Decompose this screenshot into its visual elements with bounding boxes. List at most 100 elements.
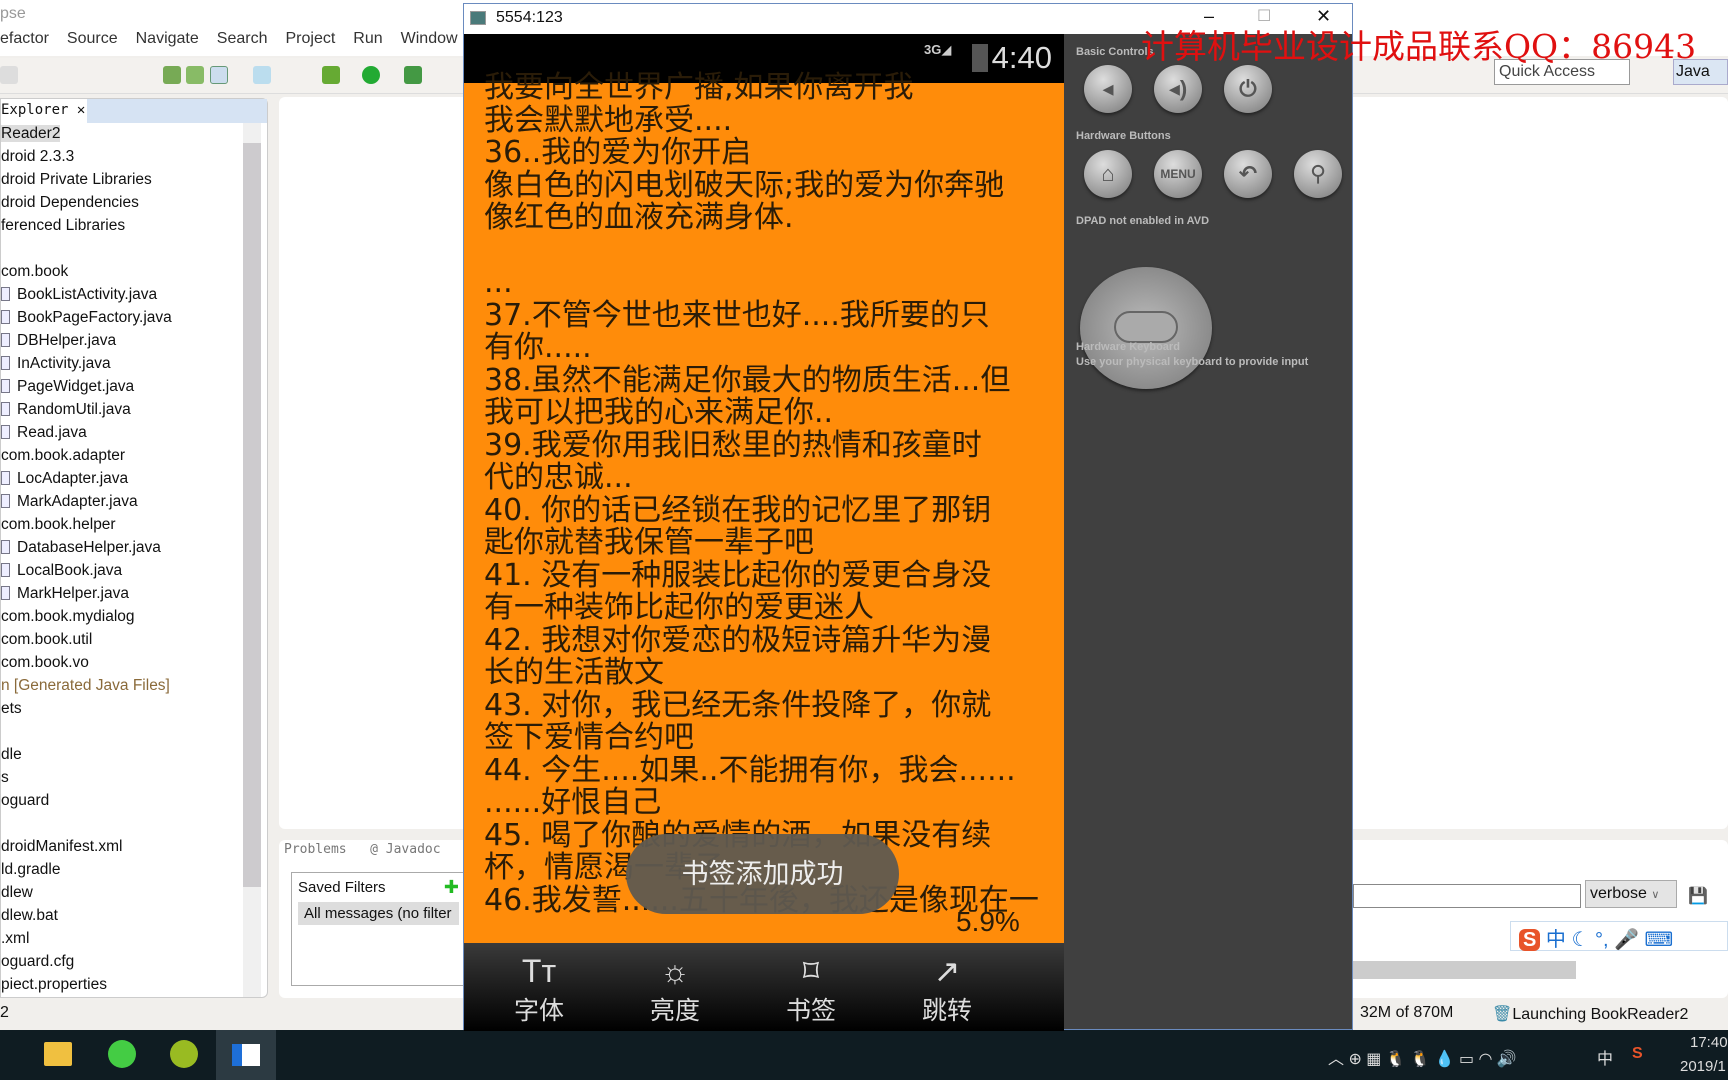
tree-item[interactable]: com.book.mydialog	[1, 608, 135, 626]
menu-item[interactable]: efactor	[0, 30, 49, 47]
external-tools-icon[interactable]	[404, 66, 422, 84]
bottom-tabs: Problems @ Javadoc	[284, 842, 441, 857]
scrollbar-thumb[interactable]	[243, 143, 261, 887]
tree-item[interactable]: dlew.bat	[1, 907, 58, 925]
browser-icon[interactable]	[108, 1040, 136, 1068]
tree-item[interactable]: LocAdapter.java	[1, 470, 128, 488]
horizontal-scrollbar[interactable]	[1353, 961, 1576, 979]
tree-item[interactable]: com.book.util	[1, 631, 92, 649]
signal-icon: 3G◢	[924, 42, 952, 57]
tree-item[interactable]: PageWidget.java	[1, 378, 134, 396]
home-icon[interactable]: ⌂	[1084, 150, 1132, 198]
menu-button[interactable]: MENU	[1154, 150, 1202, 198]
tree-item[interactable]: droid Dependencies	[1, 194, 139, 212]
tree-item[interactable]: com.book.helper	[1, 516, 116, 534]
volume-down-icon[interactable]: ◂	[1084, 65, 1132, 113]
tree-item[interactable]: ferenced Libraries	[1, 217, 125, 235]
sogou-tray-icon[interactable]: S	[1632, 1045, 1643, 1063]
battery-icon	[972, 44, 988, 72]
progress-status[interactable]: 🗑Launching BookReader2	[1492, 1004, 1688, 1024]
dpad-label: DPAD not enabled in AVD	[1076, 215, 1210, 227]
back-icon[interactable]: ↶	[1224, 150, 1272, 198]
tree-item[interactable]: com.book	[1, 263, 68, 281]
log-level-select[interactable]: verbose ∨	[1585, 880, 1677, 908]
tree-item[interactable]: piect.properties	[1, 976, 107, 994]
tray-icons[interactable]: ︿ ⊕ ▦ 🐧 🐧 💧 ▭ ◠ 🔊	[1328, 1045, 1517, 1069]
tree-item[interactable]: LocalBook.java	[1, 562, 122, 580]
tree-item[interactable]: InActivity.java	[1, 355, 111, 373]
tab-javadoc[interactable]: @ Javadoc	[370, 842, 440, 857]
tree-item[interactable]: n [Generated Java Files]	[1, 677, 170, 695]
ime-toolbar[interactable]: S 中 ☾ °, 🎤 ⌨	[1510, 921, 1728, 951]
reader-menu-item[interactable]: ⌑ 书签	[736, 951, 886, 1027]
all-messages-filter[interactable]: All messages (no filter	[298, 902, 459, 925]
tree-item[interactable]: oguard	[1, 792, 49, 810]
menu-item[interactable]: Window	[401, 30, 458, 47]
tree-item-label: droid Private Libraries	[1, 171, 152, 188]
text-line: 匙你就替我保管一辈子吧	[484, 525, 814, 560]
tree-item[interactable]: com.book.adapter	[1, 447, 125, 465]
logcat-search-input[interactable]	[1353, 884, 1581, 908]
tree-item[interactable]: DBHelper.java	[1, 332, 116, 350]
menu-item[interactable]: Run	[353, 30, 382, 47]
avd-manager-icon[interactable]	[186, 66, 204, 84]
android-screen[interactable]: 3G◢ 4:40 我要向全世界广播,如果你离开我 我会默默地承受.... 36..我…	[464, 34, 1064, 1031]
tree-item-label: droidManifest.xml	[1, 838, 123, 855]
editor-app-icon[interactable]	[170, 1040, 198, 1068]
clock-date[interactable]: 2019/1	[1680, 1058, 1726, 1075]
text-line: 43. 对你，我已经无条件投降了，你就	[484, 687, 992, 723]
volume-up-icon[interactable]: ◂)	[1154, 65, 1202, 113]
tree-item[interactable]: RandomUtil.java	[1, 401, 131, 419]
tree-item[interactable]: dlew	[1, 884, 33, 902]
sdk-manager-icon[interactable]	[163, 66, 181, 84]
menu-item[interactable]: Source	[67, 30, 118, 47]
menu-item[interactable]: Navigate	[136, 30, 199, 47]
ime-indicator[interactable]: 中	[1597, 1045, 1613, 1069]
heap-status[interactable]: 32M of 870M	[1360, 1004, 1453, 1022]
tree-item[interactable]: MarkHelper.java	[1, 585, 129, 603]
tree-item[interactable]: com.book.vo	[1, 654, 89, 672]
tree-item[interactable]: Reader2	[1, 125, 61, 143]
emulator-task-button[interactable]	[216, 1030, 276, 1080]
menu-item[interactable]: Search	[217, 30, 268, 47]
emulator-title: 5554:123	[496, 9, 563, 26]
tree-item[interactable]: droid Private Libraries	[1, 171, 152, 189]
menu-item[interactable]: Project	[285, 30, 335, 47]
new-icon[interactable]	[0, 66, 18, 84]
tree-item[interactable]: s	[1, 769, 9, 787]
reader-menu-item[interactable]: ☼ 亮度	[600, 951, 750, 1027]
tree-item[interactable]: droidManifest.xml	[1, 838, 122, 856]
tree-item[interactable]: oguard.cfg	[1, 953, 74, 971]
save-icon[interactable]: 💾	[1688, 886, 1708, 906]
tree-item[interactable]: ets	[1, 700, 22, 718]
reader-menu-label: 书签	[785, 997, 836, 1025]
clock-time[interactable]: 17:40	[1690, 1034, 1728, 1051]
reader-menu-item[interactable]: ↗ 跳转	[872, 951, 1022, 1027]
search-icon[interactable]: ⚲	[1294, 150, 1342, 198]
tree-item[interactable]: MarkAdapter.java	[1, 493, 138, 511]
tree-item[interactable]: droid 2.3.3	[1, 148, 74, 166]
tab-problems[interactable]: Problems	[284, 842, 347, 857]
reader-menu-item[interactable]: Tт 字体	[464, 951, 614, 1027]
dpad[interactable]	[1080, 267, 1212, 389]
power-icon[interactable]: ⏻	[1224, 65, 1272, 113]
tree-item-label: com.book.util	[1, 631, 93, 648]
add-filter-icon[interactable]: ✚	[444, 877, 459, 898]
tree-item[interactable]: dle	[1, 746, 22, 764]
close-icon[interactable]: ✕	[77, 102, 85, 118]
lint-icon[interactable]	[210, 66, 228, 84]
tree-item[interactable]: BookListActivity.java	[1, 286, 157, 304]
launching-text: Launching BookReader2	[1512, 1006, 1689, 1023]
tree-item[interactable]: Read.java	[1, 424, 87, 442]
new-android-icon[interactable]	[253, 66, 271, 84]
tree-item[interactable]: DatabaseHelper.java	[1, 539, 161, 557]
file-explorer-icon[interactable]	[44, 1042, 72, 1066]
tree-item[interactable]: ld.gradle	[1, 861, 60, 879]
tree-item-label: InActivity.java	[17, 355, 111, 372]
java-file-icon	[1, 333, 10, 347]
tree-item[interactable]: BookPageFactory.java	[1, 309, 172, 327]
debug-icon[interactable]	[322, 66, 340, 84]
explorer-tab[interactable]: Explorer ✕	[1, 99, 87, 123]
run-icon[interactable]	[362, 66, 380, 84]
tree-item[interactable]: .xml	[1, 930, 29, 948]
